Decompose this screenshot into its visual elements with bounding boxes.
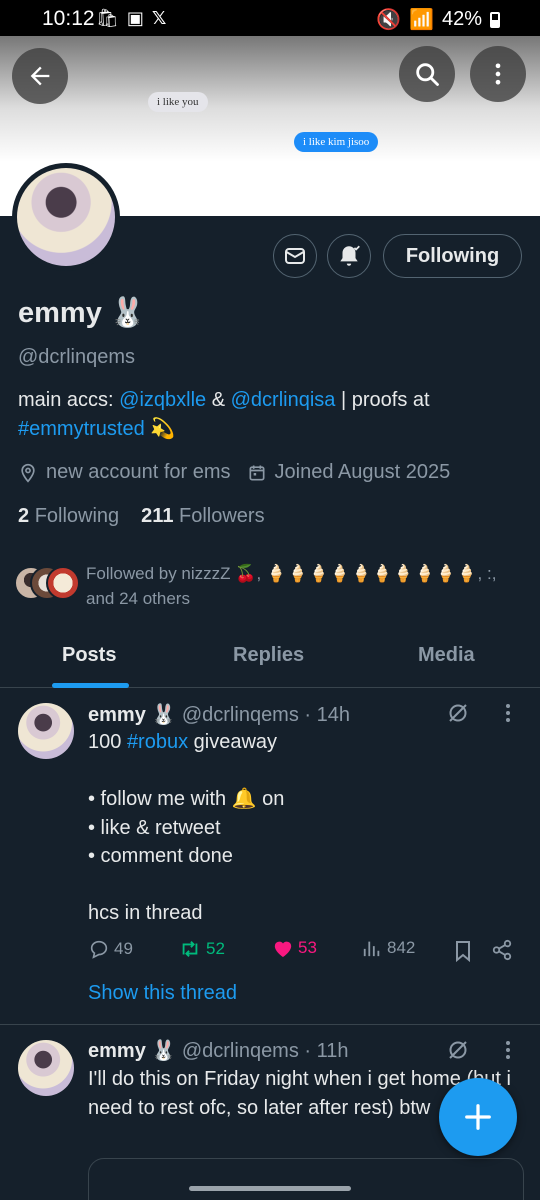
followers-count-link[interactable]: 211 Followers (141, 505, 264, 528)
profile-tabs: Posts Replies Media (0, 630, 540, 688)
retweet-icon (182, 941, 198, 957)
post-author-handle: @dcrlinqems (181, 1040, 299, 1062)
profile-handle: @dcrlinqems (18, 346, 136, 368)
banner-bubble-right: i like kim jisoo (294, 132, 379, 152)
tab-media[interactable]: Media (418, 644, 475, 667)
grok-icon[interactable] (446, 1038, 470, 1062)
bookmark-icon[interactable] (454, 940, 472, 962)
view-count: 842 (387, 938, 416, 957)
search-icon (416, 63, 439, 86)
post-divider (0, 1024, 540, 1025)
post-hashtag-link[interactable]: #robux (127, 731, 188, 753)
envelope-icon (285, 248, 305, 264)
heart-icon (274, 941, 292, 958)
arrow-left-icon (30, 66, 50, 86)
profile-joined-date: Joined August 2025 (274, 461, 451, 483)
post-header: emmy 🐰 @dcrlinqems · 14h (88, 702, 350, 727)
quoted-post[interactable] (88, 1158, 524, 1200)
post-author-name[interactable]: emmy 🐰 (88, 704, 176, 726)
notifications-toggle-button[interactable] (327, 234, 371, 278)
active-tab-indicator (52, 683, 129, 688)
wifi-icon: 📶 (409, 9, 434, 31)
following-count-link[interactable]: 2 Following (18, 505, 119, 528)
follower-avatar (46, 566, 80, 600)
tab-replies[interactable]: Replies (233, 644, 304, 667)
profile-avatar[interactable] (12, 163, 120, 271)
post-avatar[interactable] (18, 703, 74, 759)
grok-icon[interactable] (446, 701, 470, 725)
show-thread-link[interactable]: Show this thread (88, 982, 237, 1005)
battery-percent: 42% (441, 8, 482, 30)
post-time: · 14h (304, 704, 351, 726)
notification-x-icon: 𝕏 (151, 8, 167, 28)
notification-bag-icon: 🛍 (96, 8, 119, 28)
post-more-icon[interactable] (498, 1038, 518, 1062)
avatar-image (17, 168, 115, 266)
mute-icon: 🔇 (376, 9, 402, 31)
follow-counts: 2 Following 211 Followers (18, 505, 265, 528)
more-vertical-icon (495, 63, 501, 85)
followed-by-text[interactable]: Followed by nizzzZ 🍒, 🍦🍦🍦🍦🍦🍦🍦🍦🍦🍦, :, and… (86, 561, 526, 611)
tab-posts[interactable]: Posts (62, 644, 116, 667)
status-time: 10:12 (42, 7, 95, 30)
reply-button[interactable]: 49 (88, 938, 133, 960)
back-button[interactable] (12, 48, 68, 104)
gesture-navigation-bar[interactable] (189, 1186, 351, 1191)
more-options-button[interactable] (470, 46, 526, 102)
profile-name: emmy 🐰 (18, 297, 146, 329)
bio-mention-link[interactable]: @dcrlinqisa (231, 389, 336, 411)
following-button[interactable]: Following (383, 234, 522, 278)
followed-by-avatars[interactable] (14, 566, 80, 602)
retweet-button[interactable]: 52 (178, 938, 225, 960)
location-pin-icon (21, 463, 35, 483)
post-text: 100 #robux giveaway • follow me with 🔔 o… (88, 731, 285, 924)
notification-image-icon: ▣ (126, 8, 144, 28)
like-count: 53 (298, 938, 317, 957)
profile-meta: new account for ems Joined August 2025 (18, 461, 450, 484)
profile-bio: main accs: @izqbxlle & @dcrlinqisa | pro… (18, 389, 430, 440)
reply-icon (90, 940, 108, 959)
post-time: · 11h (304, 1040, 349, 1062)
calendar-icon (249, 465, 265, 480)
post-author-name[interactable]: emmy 🐰 (88, 1040, 176, 1062)
banner-bubble-left: i like you (148, 92, 208, 112)
bio-mention-link[interactable]: @izqbxlle (119, 389, 206, 411)
retweet-count: 52 (206, 939, 225, 958)
post-more-icon[interactable] (498, 701, 518, 725)
reply-count: 49 (114, 939, 133, 958)
message-button[interactable] (273, 234, 317, 278)
bio-hashtag-link[interactable]: #emmytrusted (18, 418, 145, 440)
post-header: emmy 🐰 @dcrlinqems · 11h (88, 1038, 349, 1063)
views-chart-icon (363, 941, 380, 957)
bell-check-icon (340, 245, 360, 266)
search-button[interactable] (399, 46, 455, 102)
status-bar: 10:12 🛍 ▣ 𝕏 🔇 📶 42% (0, 0, 540, 36)
compose-post-button[interactable] (439, 1078, 517, 1156)
plus-icon (465, 1104, 491, 1130)
like-button[interactable]: 53 (272, 938, 317, 958)
post-avatar[interactable] (18, 1040, 74, 1096)
share-icon[interactable] (491, 939, 513, 961)
post-author-handle: @dcrlinqems (181, 704, 299, 726)
battery-icon (490, 11, 500, 28)
profile-location: new account for ems (46, 461, 231, 483)
post-actions: 49 52 53 842 (88, 938, 518, 964)
views-button[interactable]: 842 (361, 938, 415, 958)
